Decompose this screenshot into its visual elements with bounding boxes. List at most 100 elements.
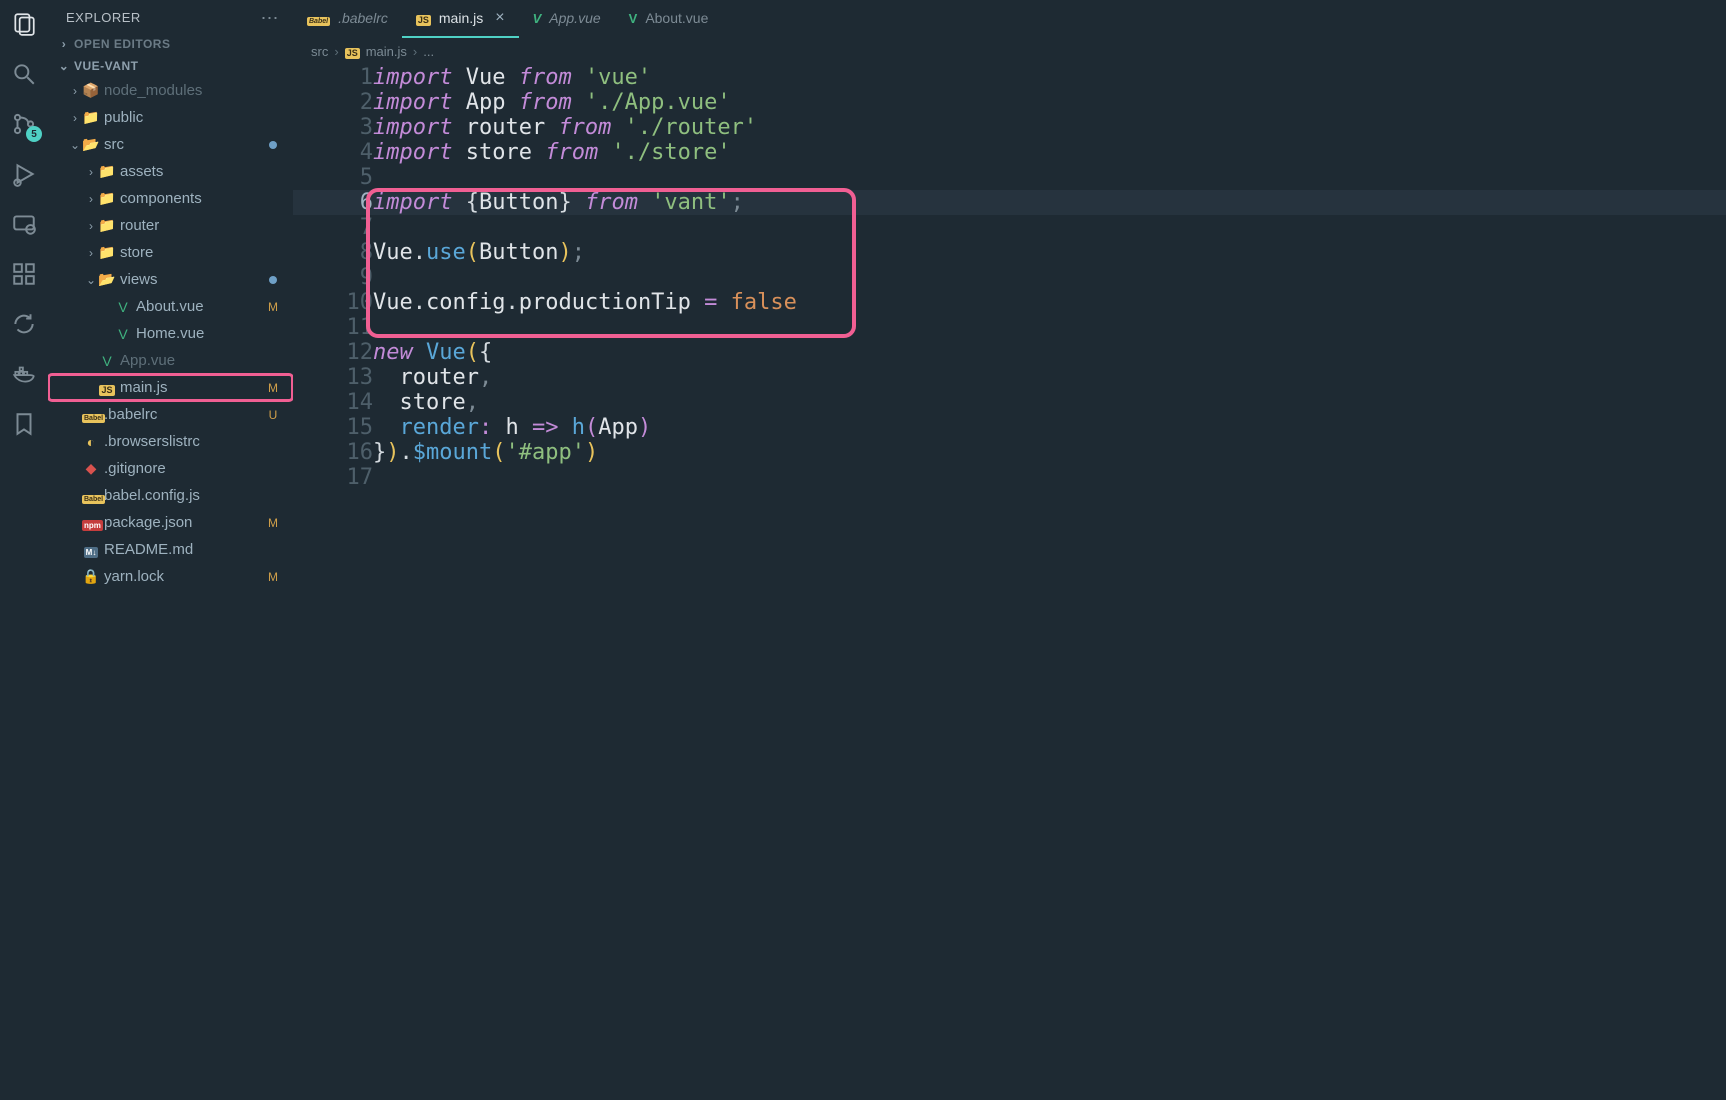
editor-tabs: Babel.babelrcJSmain.js×VApp.vue V About.vu… <box>293 0 1726 38</box>
code-line[interactable]: store, <box>373 390 1726 415</box>
code-line[interactable] <box>373 265 1726 290</box>
tab-file-icon: V <box>629 11 638 26</box>
tree-folder[interactable]: ›📦node_modules <box>48 77 293 104</box>
explorer-sidebar: EXPLORER ⋯ › OPEN EDITORS ⌄ VUE-VANT ›📦n… <box>48 0 293 1100</box>
code-line[interactable]: import {Button} from 'vant'; <box>373 190 1726 215</box>
line-number: 10 <box>293 290 373 315</box>
tab-file-icon: JS <box>416 11 431 26</box>
editor-tab[interactable]: Babel.babelrc <box>293 0 402 38</box>
code-line[interactable]: router, <box>373 365 1726 390</box>
tree-folder[interactable]: ⌄📂views <box>48 266 293 293</box>
editor-tab[interactable]: V About.vue <box>615 0 723 38</box>
tree-file[interactable]: VAbout.vueM <box>48 293 293 320</box>
code-line[interactable]: import App from './App.vue' <box>373 90 1726 115</box>
tab-label: About.vue <box>645 10 708 26</box>
breadcrumb-segment[interactable]: main.js <box>366 44 407 59</box>
tree-file[interactable]: VHome.vue <box>48 320 293 347</box>
sync-activity-icon[interactable] <box>10 310 38 338</box>
close-tab-icon[interactable]: × <box>495 9 504 27</box>
chevron-icon: ⌄ <box>68 138 82 152</box>
open-editors-section[interactable]: › OPEN EDITORS <box>48 33 293 55</box>
tree-file[interactable]: npmpackage.jsonM <box>48 509 293 536</box>
source-control-badge: 5 <box>26 126 42 142</box>
editor-tab[interactable]: VApp.vue <box>519 0 615 38</box>
docker-activity-icon[interactable] <box>10 360 38 388</box>
git-status-badge: U <box>265 408 281 422</box>
code-line[interactable] <box>373 215 1726 240</box>
search-activity-icon[interactable] <box>10 60 38 88</box>
tree-file[interactable]: 🔒yarn.lockM <box>48 563 293 590</box>
line-number: 16 <box>293 440 373 465</box>
run-debug-activity-icon[interactable] <box>10 160 38 188</box>
tree-file[interactable]: JSmain.jsM <box>48 374 293 401</box>
tree-item-label: README.md <box>104 541 287 558</box>
tree-item-label: router <box>120 217 287 234</box>
line-number: 5 <box>293 165 373 190</box>
code-line[interactable]: render: h => h(App) <box>373 415 1726 440</box>
file-icon: V <box>98 353 116 369</box>
tree-file[interactable]: VApp.vue <box>48 347 293 374</box>
code-line[interactable]: import router from './router' <box>373 115 1726 140</box>
file-icon: 📁 <box>98 217 116 234</box>
tree-folder[interactable]: ›📁public <box>48 104 293 131</box>
tree-item-label: .gitignore <box>104 460 287 477</box>
file-icon: V <box>114 326 132 342</box>
code-editor[interactable]: 1import Vue from 'vue'2import App from '… <box>293 65 1726 1100</box>
file-icon: ◆ <box>82 460 100 477</box>
chevron-right-icon: › <box>334 44 338 59</box>
tree-item-label: Home.vue <box>136 325 287 342</box>
code-line[interactable]: Vue.use(Button); <box>373 240 1726 265</box>
code-line[interactable]: import store from './store' <box>373 140 1726 165</box>
tree-folder[interactable]: ›📁assets <box>48 158 293 185</box>
line-number: 7 <box>293 215 373 240</box>
breadcrumb-segment[interactable]: ... <box>423 44 434 59</box>
file-icon: V <box>114 299 132 315</box>
bookmarks-activity-icon[interactable] <box>10 410 38 438</box>
tree-item-label: App.vue <box>120 352 287 369</box>
code-line[interactable] <box>373 315 1726 340</box>
tree-folder[interactable]: ⌄📂src <box>48 131 293 158</box>
tree-file[interactable]: ◐.browserslistrc <box>48 428 293 455</box>
tree-item-label: public <box>104 109 287 126</box>
editor-area: Babel.babelrcJSmain.js×VApp.vueVAbout.vu… <box>293 0 1726 1100</box>
tree-folder[interactable]: ›📁router <box>48 212 293 239</box>
tree-item-label: .browserslistrc <box>104 433 287 450</box>
remote-activity-icon[interactable] <box>10 210 38 238</box>
line-number: 11 <box>293 315 373 340</box>
chevron-icon: › <box>84 165 98 179</box>
file-icon: 📁 <box>98 244 116 261</box>
tree-item-label: src <box>104 136 269 153</box>
code-line[interactable] <box>373 165 1726 190</box>
file-icon: 📁 <box>82 109 100 126</box>
code-line[interactable]: new Vue({ <box>373 340 1726 365</box>
tree-folder[interactable]: ›📁store <box>48 239 293 266</box>
line-number: 14 <box>293 390 373 415</box>
tree-file[interactable]: M↓README.md <box>48 536 293 563</box>
file-icon: ◐ <box>82 434 100 450</box>
tree-item-label: assets <box>120 163 287 180</box>
line-number: 2 <box>293 90 373 115</box>
file-icon: 📂 <box>98 271 116 288</box>
explorer-activity-icon[interactable] <box>10 10 38 38</box>
chevron-icon: › <box>68 84 82 98</box>
tree-file[interactable]: Babel.babelrcU <box>48 401 293 428</box>
chevron-icon: › <box>68 111 82 125</box>
code-line[interactable]: }).$mount('#app') <box>373 440 1726 465</box>
breadcrumb-segment[interactable]: src <box>311 44 328 59</box>
extensions-activity-icon[interactable] <box>10 260 38 288</box>
code-line[interactable]: import Vue from 'vue' <box>373 65 1726 90</box>
editor-tab[interactable]: JSmain.js× <box>402 0 519 38</box>
tab-file-icon: Babel <box>307 11 330 26</box>
tree-file[interactable]: Babelbabel.config.js <box>48 482 293 509</box>
tree-item-label: components <box>120 190 287 207</box>
activity-bar: 5 <box>0 0 48 1100</box>
tree-item-label: node_modules <box>104 82 287 99</box>
file-icon: Babel <box>82 407 100 423</box>
file-icon: JS <box>98 380 116 396</box>
tree-file[interactable]: ◆.gitignore <box>48 455 293 482</box>
code-line[interactable]: Vue.config.productionTip = false <box>373 290 1726 315</box>
code-line[interactable] <box>373 465 1726 490</box>
source-control-activity-icon[interactable]: 5 <box>10 110 38 138</box>
tree-folder[interactable]: ›📁components <box>48 185 293 212</box>
project-section[interactable]: ⌄ VUE-VANT <box>48 55 293 77</box>
